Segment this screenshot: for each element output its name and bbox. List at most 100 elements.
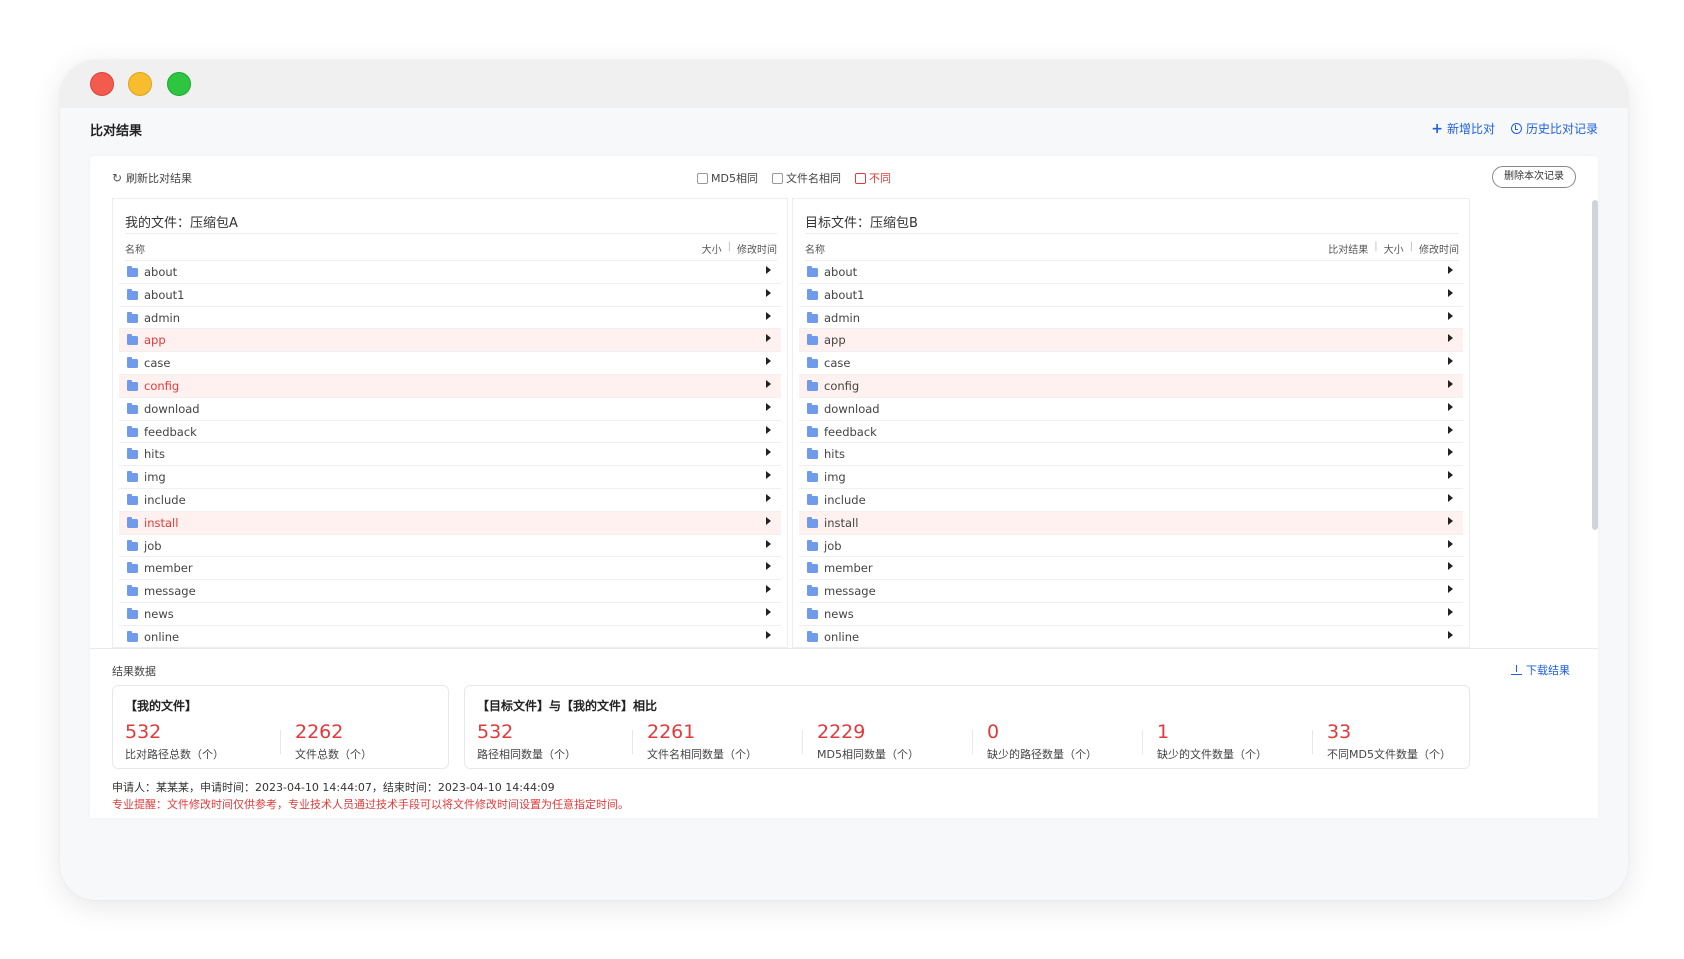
folder-row[interactable]: app bbox=[799, 329, 1463, 353]
expand-arrow-icon[interactable] bbox=[1448, 448, 1453, 457]
column-divider: | bbox=[727, 241, 731, 252]
folder-row[interactable]: about1 bbox=[119, 284, 781, 307]
folder-row[interactable]: message bbox=[799, 580, 1463, 603]
folder-row[interactable]: feedback bbox=[119, 421, 781, 444]
expand-arrow-icon[interactable] bbox=[766, 357, 771, 366]
expand-arrow-icon[interactable] bbox=[766, 425, 771, 434]
expand-arrow-icon[interactable] bbox=[766, 402, 771, 411]
folder-row[interactable]: member bbox=[799, 557, 1463, 581]
folder-row[interactable]: news bbox=[799, 603, 1463, 626]
filter-different[interactable]: 不同 bbox=[854, 170, 891, 186]
expand-arrow-icon[interactable] bbox=[766, 288, 771, 297]
expand-arrow-icon[interactable] bbox=[766, 562, 771, 571]
folder-row[interactable]: include bbox=[799, 489, 1463, 512]
expand-arrow-icon[interactable] bbox=[1448, 425, 1453, 434]
folder-row[interactable]: config bbox=[799, 374, 1463, 398]
folder-row[interactable]: download bbox=[119, 398, 781, 421]
close-window-button[interactable] bbox=[90, 72, 114, 96]
expand-arrow-icon[interactable] bbox=[1448, 288, 1453, 297]
filter-filename-same[interactable]: 文件名相同 bbox=[771, 170, 841, 186]
stat-md5-same: 2229 MD5相同数量（个） bbox=[817, 720, 919, 762]
folder-name: online bbox=[824, 629, 860, 644]
folder-row[interactable]: install bbox=[119, 511, 781, 535]
expand-arrow-icon[interactable] bbox=[1448, 562, 1453, 571]
folder-row[interactable]: include bbox=[119, 489, 781, 512]
column-name[interactable]: 名称 bbox=[805, 241, 825, 256]
comparison-stats: 【目标文件】与【我的文件】相比 532 路径相同数量（个） 2261 文件名相同… bbox=[464, 685, 1470, 769]
folder-row[interactable]: online bbox=[119, 626, 781, 647]
column-size[interactable]: 大小 bbox=[702, 241, 722, 256]
checkbox[interactable] bbox=[697, 172, 708, 184]
expand-arrow-icon[interactable] bbox=[766, 585, 771, 594]
folder-row[interactable]: job bbox=[119, 535, 781, 558]
maximize-window-button[interactable] bbox=[167, 72, 191, 96]
expand-arrow-icon[interactable] bbox=[766, 516, 771, 525]
column-result[interactable]: 比对结果 bbox=[1328, 241, 1368, 256]
column-name[interactable]: 名称 bbox=[125, 241, 145, 256]
folder-row[interactable]: case bbox=[799, 352, 1463, 375]
expand-arrow-icon[interactable] bbox=[1448, 539, 1453, 548]
expand-arrow-icon[interactable] bbox=[1448, 334, 1453, 343]
expand-arrow-icon[interactable] bbox=[1448, 516, 1453, 525]
new-compare-link[interactable]: + 新增比对 bbox=[1431, 120, 1495, 137]
folder-row[interactable]: news bbox=[119, 603, 781, 626]
expand-arrow-icon[interactable] bbox=[766, 630, 771, 639]
filter-md5-same[interactable]: MD5相同 bbox=[697, 170, 758, 186]
expand-arrow-icon[interactable] bbox=[766, 311, 771, 320]
expand-arrow-icon[interactable] bbox=[766, 266, 771, 274]
expand-arrow-icon[interactable] bbox=[766, 448, 771, 457]
expand-arrow-icon[interactable] bbox=[766, 471, 771, 480]
folder-row[interactable]: config bbox=[119, 374, 781, 398]
expand-arrow-icon[interactable] bbox=[1448, 266, 1453, 274]
expand-arrow-icon[interactable] bbox=[1448, 311, 1453, 320]
checkbox[interactable] bbox=[771, 172, 783, 184]
expand-arrow-icon[interactable] bbox=[766, 334, 771, 343]
expand-arrow-icon[interactable] bbox=[766, 607, 771, 616]
checkbox[interactable] bbox=[854, 172, 866, 184]
expand-arrow-icon[interactable] bbox=[766, 493, 771, 502]
folder-row[interactable]: install bbox=[799, 511, 1463, 535]
folder-row[interactable]: online bbox=[799, 626, 1463, 647]
refresh-button[interactable]: ↻ 刷新比对结果 bbox=[112, 170, 192, 186]
column-size[interactable]: 大小 bbox=[1384, 241, 1404, 256]
folder-name: admin bbox=[824, 310, 861, 325]
folder-name: job bbox=[824, 538, 842, 553]
expand-arrow-icon[interactable] bbox=[1448, 493, 1453, 502]
expand-arrow-icon[interactable] bbox=[1448, 607, 1453, 616]
delete-record-button[interactable]: 删除本次记录 bbox=[1492, 166, 1576, 188]
vertical-scrollbar[interactable] bbox=[1592, 200, 1598, 530]
folder-row[interactable]: about1 bbox=[799, 284, 1463, 307]
folder-row[interactable]: job bbox=[799, 535, 1463, 558]
folder-row[interactable]: message bbox=[119, 580, 781, 603]
stat-path-total: 532 比对路径总数（个） bbox=[125, 720, 224, 762]
folder-row[interactable]: download bbox=[799, 398, 1463, 421]
expand-arrow-icon[interactable] bbox=[1448, 357, 1453, 366]
expand-arrow-icon[interactable] bbox=[1448, 402, 1453, 411]
column-mtime[interactable]: 修改时间 bbox=[1419, 241, 1459, 256]
folder-row[interactable]: img bbox=[799, 466, 1463, 489]
folder-row[interactable]: feedback bbox=[799, 421, 1463, 444]
folder-row[interactable]: member bbox=[119, 557, 781, 581]
expand-arrow-icon[interactable] bbox=[1448, 630, 1453, 639]
folder-row[interactable]: case bbox=[119, 352, 781, 375]
folder-row[interactable]: hits bbox=[799, 443, 1463, 467]
folder-row[interactable]: admin bbox=[799, 307, 1463, 330]
download-results-button[interactable]: 下载结果 bbox=[1511, 662, 1570, 678]
folder-row[interactable]: app bbox=[119, 329, 781, 353]
folder-row[interactable]: img bbox=[119, 466, 781, 489]
expand-arrow-icon[interactable] bbox=[766, 539, 771, 548]
minimize-window-button[interactable] bbox=[128, 72, 152, 96]
expand-arrow-icon[interactable] bbox=[1448, 471, 1453, 480]
stat-label: 缺少的文件数量（个） bbox=[1157, 748, 1267, 761]
expand-arrow-icon[interactable] bbox=[1448, 585, 1453, 594]
folder-row[interactable]: admin bbox=[119, 307, 781, 330]
folder-row[interactable]: hits bbox=[119, 443, 781, 467]
column-mtime[interactable]: 修改时间 bbox=[737, 241, 777, 256]
expand-arrow-icon[interactable] bbox=[1448, 379, 1453, 388]
folder-row[interactable]: about bbox=[119, 261, 781, 284]
expand-arrow-icon[interactable] bbox=[766, 379, 771, 388]
divider bbox=[632, 730, 633, 754]
folder-row[interactable]: about bbox=[799, 261, 1463, 284]
stat-filename-same: 2261 文件名相同数量（个） bbox=[647, 720, 757, 762]
history-link[interactable]: 历史比对记录 bbox=[1510, 120, 1598, 137]
